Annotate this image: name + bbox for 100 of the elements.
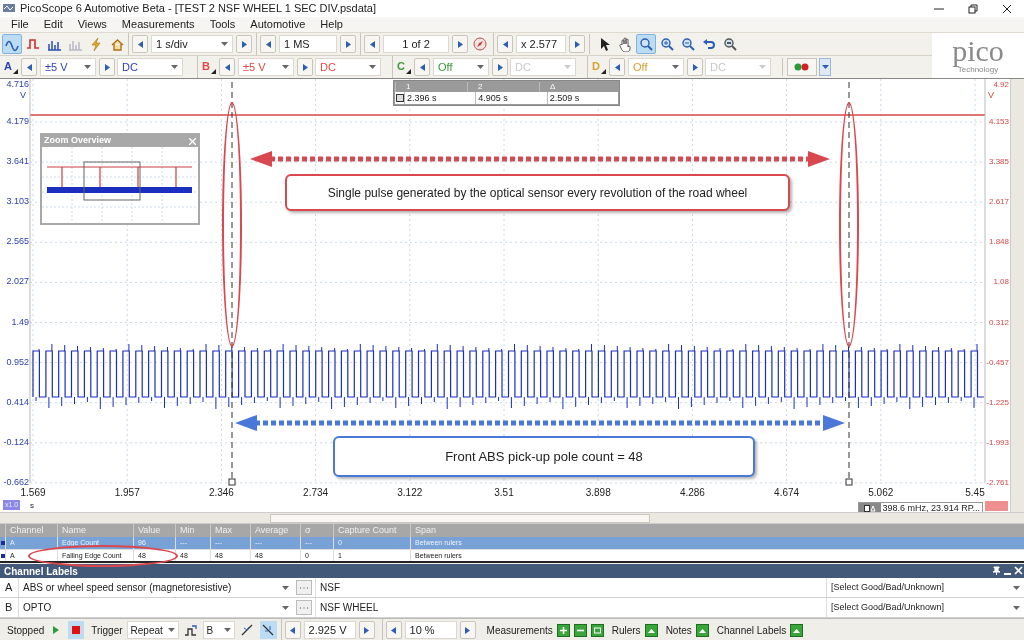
label-field[interactable]: NSF <box>315 578 826 597</box>
caret-icon <box>477 65 484 69</box>
previous-button[interactable] <box>132 35 148 53</box>
compass-button[interactable] <box>471 35 489 53</box>
next-button[interactable] <box>452 35 468 53</box>
channel-button[interactable]: B <box>200 58 217 76</box>
range-dropdown[interactable]: ±5 V <box>238 58 294 76</box>
axis-label: 3.385 <box>988 156 1009 168</box>
left-arrow-icon <box>391 626 397 634</box>
falling-edge-button[interactable] <box>259 621 277 639</box>
axis-label: 4.674 <box>773 487 801 499</box>
previous-button[interactable] <box>414 58 430 76</box>
previous-button[interactable] <box>609 58 625 76</box>
status-dropdown[interactable]: [Select Good/Bad/Unknown] <box>826 578 1024 597</box>
zoom-button[interactable] <box>636 34 656 54</box>
threshold-field[interactable]: 2.925 V <box>303 621 356 639</box>
next-button[interactable] <box>569 35 585 53</box>
edit-button[interactable] <box>590 623 604 637</box>
menu-item[interactable]: File <box>11 16 29 33</box>
next-button[interactable] <box>459 621 476 639</box>
range-dropdown[interactable]: Off <box>433 58 489 76</box>
add-panel-button[interactable] <box>644 623 658 637</box>
next-button[interactable] <box>358 621 375 639</box>
previous-button[interactable] <box>284 621 301 639</box>
label-field[interactable]: NSF WHEEL <box>315 598 826 617</box>
previous-button[interactable] <box>364 35 380 53</box>
samples-field[interactable]: 1 MS <box>279 35 337 53</box>
ruler-line[interactable] <box>228 81 236 486</box>
range-dropdown[interactable]: ±5 V <box>40 58 96 76</box>
caret-icon <box>167 628 175 632</box>
stop-button[interactable] <box>68 621 85 639</box>
callout-label: Front ABS pick-up pole count = 48 <box>333 436 755 477</box>
zoom-out-icon <box>680 36 696 52</box>
compass-icon <box>473 37 487 51</box>
trigger-source-dropdown[interactable]: B <box>202 621 235 639</box>
previous-button[interactable] <box>21 58 37 76</box>
menu-item[interactable]: Automotive <box>250 16 306 33</box>
axis-label: 2.565 <box>5 236 29 248</box>
caret-icon <box>672 65 679 69</box>
caret-icon <box>759 65 766 69</box>
close-button[interactable] <box>1013 565 1024 577</box>
add-button[interactable] <box>556 623 570 637</box>
axis-label: -0.662 <box>2 476 29 488</box>
previous-button[interactable] <box>497 35 513 53</box>
next-button[interactable] <box>297 58 313 76</box>
menu-item[interactable]: Views <box>77 16 107 33</box>
trigger-mode-dropdown[interactable]: Repeat <box>126 621 179 639</box>
sensor-dropdown[interactable]: ABS or wheel speed sensor (magnetoresistive) <box>18 578 293 597</box>
corner-triangle-icon <box>211 69 216 74</box>
add-panel-button[interactable] <box>790 623 804 637</box>
logo-tagline: Technology <box>957 65 999 74</box>
coupling-dropdown[interactable]: DC <box>315 58 381 76</box>
caret-icon <box>282 605 289 610</box>
signal-generator-button[interactable] <box>787 58 817 76</box>
previous-button[interactable] <box>260 35 276 53</box>
next-button[interactable] <box>99 58 115 76</box>
next-button[interactable] <box>236 35 252 53</box>
next-button[interactable] <box>492 58 508 76</box>
menu-item[interactable]: Edit <box>43 16 63 33</box>
dropdown-button[interactable] <box>819 58 831 76</box>
status-dropdown[interactable]: [Select Good/Bad/Unknown] <box>826 598 1024 617</box>
right-arrow-icon <box>241 40 247 48</box>
next-button[interactable] <box>687 58 703 76</box>
add-panel-button[interactable] <box>695 623 709 637</box>
previous-button[interactable] <box>219 58 235 76</box>
axis-label: 2.734 <box>302 487 330 499</box>
trigger-button[interactable] <box>182 622 199 638</box>
zoom-factor-field[interactable]: x 2.577 <box>516 35 566 53</box>
rising-edge-icon <box>241 624 254 636</box>
close-icon <box>188 137 196 145</box>
previous-button[interactable] <box>385 621 402 639</box>
vertical-scrollbar[interactable] <box>1010 79 1024 512</box>
timebase-dropdown[interactable]: 1 s/div <box>151 35 233 53</box>
undo-icon <box>701 36 717 52</box>
ruler-line[interactable] <box>845 81 853 486</box>
menu-item[interactable]: Help <box>320 16 343 33</box>
lightning-icon <box>88 36 104 52</box>
axis-label: 4.179 <box>5 116 29 127</box>
channel-button[interactable]: A <box>2 58 19 76</box>
buffer-field[interactable]: 1 of 2 <box>383 35 449 53</box>
coupling-dropdown[interactable]: DC <box>117 58 183 76</box>
left-arrow-icon <box>224 63 230 71</box>
pretrigger-field[interactable]: 10 % <box>404 621 457 639</box>
remove-button[interactable] <box>573 623 587 637</box>
left-arrow-icon <box>614 63 620 71</box>
pin-button[interactable] <box>991 565 1002 577</box>
sensor-dropdown[interactable]: OPTO <box>18 598 293 617</box>
zoom-icon <box>638 36 654 52</box>
horizontal-scrollbar[interactable] <box>0 512 1024 524</box>
panel-label: Rulers <box>611 623 641 638</box>
caret-icon <box>1013 605 1020 610</box>
waveform-button[interactable] <box>2 34 22 54</box>
close-icon <box>1002 3 1012 14</box>
menu-item[interactable]: Measurements <box>121 16 195 33</box>
overview-thumbnail[interactable] <box>42 147 198 223</box>
menu-item[interactable]: Tools <box>209 16 236 33</box>
axis-label: 1.08 <box>993 276 1009 288</box>
home-icon <box>109 36 125 52</box>
panel-title: Channel Labels <box>4 564 79 579</box>
next-button[interactable] <box>340 35 356 53</box>
